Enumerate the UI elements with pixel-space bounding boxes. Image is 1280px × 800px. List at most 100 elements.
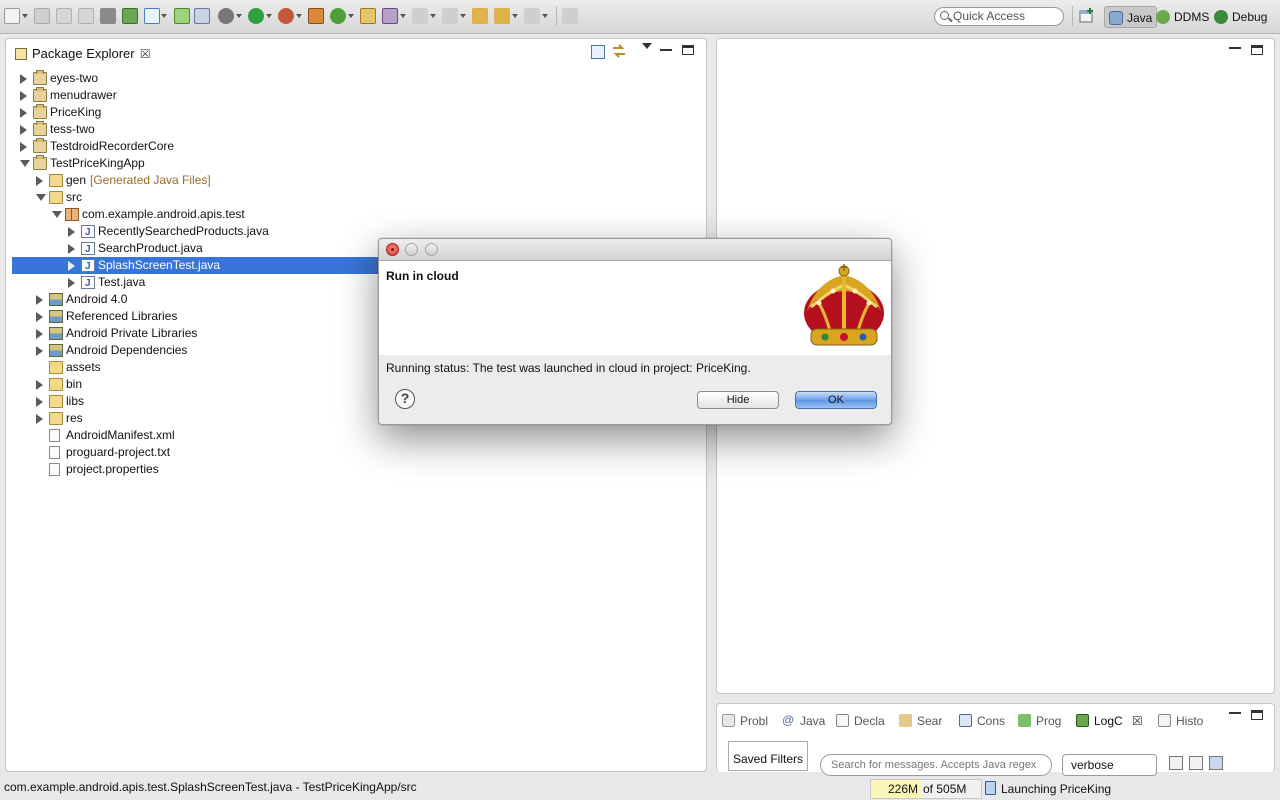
search-toolbar-icon[interactable] xyxy=(382,8,398,24)
close-icon[interactable]: ☒ xyxy=(140,42,151,66)
prev-annotation-dropdown-icon[interactable] xyxy=(460,14,466,18)
print-icon[interactable] xyxy=(78,8,94,24)
open-perspective-icon[interactable] xyxy=(1078,7,1098,27)
perspective-debug[interactable]: Debug xyxy=(1210,6,1271,28)
save-icon[interactable] xyxy=(34,8,50,24)
tab-package-explorer[interactable]: Package Explorer ☒ xyxy=(10,42,151,66)
tree-item[interactable]: proguard-project.txt xyxy=(6,444,706,461)
heap-status[interactable]: 226M of 505M xyxy=(870,779,982,799)
external-tools-icon[interactable] xyxy=(278,8,294,24)
tab-history[interactable]: Histo xyxy=(1156,712,1203,730)
tab-problems[interactable]: Probl xyxy=(720,712,768,730)
new-icon[interactable] xyxy=(4,8,20,24)
forward-icon[interactable] xyxy=(524,8,540,24)
expand-right-icon[interactable] xyxy=(36,312,43,322)
tab-declaration[interactable]: Decla xyxy=(834,712,885,730)
perspective-java[interactable]: Java xyxy=(1104,6,1158,28)
run-dropdown-icon[interactable] xyxy=(266,14,272,18)
last-edit-location-icon[interactable] xyxy=(472,8,488,24)
logcat-search-input[interactable]: Search for messages. Accepts Java regex xyxy=(820,754,1052,776)
debug-gear-icon[interactable] xyxy=(218,8,234,24)
tree-item[interactable]: gen [Generated Java Files] xyxy=(6,172,706,189)
tab-logcat[interactable]: LogC ☒ xyxy=(1074,712,1147,730)
expand-right-icon[interactable] xyxy=(68,261,75,271)
new-java-class-icon[interactable] xyxy=(330,8,346,24)
tab-javadoc[interactable]: @ Java xyxy=(780,712,825,730)
android-sdk-manager-icon[interactable] xyxy=(122,8,138,24)
minimize-icon[interactable] xyxy=(1229,43,1241,49)
clear-log-icon[interactable] xyxy=(1189,756,1203,770)
expand-right-icon[interactable] xyxy=(36,176,43,186)
expand-right-icon[interactable] xyxy=(20,108,27,118)
minimize-window-icon[interactable] xyxy=(405,243,418,256)
expand-right-icon[interactable] xyxy=(36,380,43,390)
close-window-icon[interactable] xyxy=(386,243,399,256)
minimize-icon[interactable] xyxy=(1229,708,1241,714)
maximize-icon[interactable] xyxy=(1251,710,1263,720)
open-type-icon[interactable] xyxy=(360,8,376,24)
expand-down-icon[interactable] xyxy=(20,160,30,167)
expand-right-icon[interactable] xyxy=(36,397,43,407)
new-dropdown-icon[interactable] xyxy=(22,14,28,18)
close-icon[interactable]: ☒ xyxy=(1132,714,1143,728)
pin-editor-icon[interactable] xyxy=(562,8,578,24)
back-dropdown-icon[interactable] xyxy=(512,14,518,18)
maximize-icon[interactable] xyxy=(682,45,694,55)
quick-access-field[interactable]: Quick Access xyxy=(934,7,1064,26)
expand-right-icon[interactable] xyxy=(68,227,75,237)
expand-right-icon[interactable] xyxy=(20,142,27,152)
run-icon[interactable] xyxy=(248,8,264,24)
expand-right-icon[interactable] xyxy=(20,74,27,84)
ok-button[interactable]: OK xyxy=(795,391,877,409)
debug-dropdown-icon[interactable] xyxy=(236,14,242,18)
expand-right-icon[interactable] xyxy=(20,91,27,101)
expand-right-icon[interactable] xyxy=(36,346,43,356)
tree-item[interactable]: eyes-two xyxy=(6,70,706,87)
help-icon[interactable]: ? xyxy=(395,389,415,409)
expand-right-icon[interactable] xyxy=(36,295,43,305)
expand-right-icon[interactable] xyxy=(68,278,75,288)
tree-item[interactable]: TestdroidRecorderCore xyxy=(6,138,706,155)
tree-item[interactable]: com.example.android.apis.test xyxy=(6,206,706,223)
tree-item[interactable]: menudrawer xyxy=(6,87,706,104)
toggle-filters-icon[interactable] xyxy=(1209,756,1223,770)
perspective-ddms[interactable]: DDMS xyxy=(1152,6,1213,28)
maximize-icon[interactable] xyxy=(1251,45,1263,55)
tree-item[interactable]: project.properties xyxy=(6,461,706,478)
tab-search[interactable]: Sear xyxy=(897,712,942,730)
tab-progress[interactable]: Prog xyxy=(1016,712,1061,730)
expand-right-icon[interactable] xyxy=(36,329,43,339)
background-task-status[interactable]: Launching PriceKing xyxy=(1001,782,1111,796)
forward-dropdown-icon[interactable] xyxy=(542,14,548,18)
external-tools-dropdown-icon[interactable] xyxy=(296,14,302,18)
new-class-dropdown-icon[interactable] xyxy=(348,14,354,18)
tab-console[interactable]: Cons xyxy=(957,712,1005,730)
back-icon[interactable] xyxy=(494,8,510,24)
trash-icon[interactable] xyxy=(985,781,996,795)
search-dropdown-icon[interactable] xyxy=(400,14,406,18)
next-annotation-icon[interactable] xyxy=(412,8,428,24)
checklist-icon[interactable] xyxy=(144,8,160,24)
link-with-editor-icon[interactable] xyxy=(612,44,626,58)
annotation-dropdown-icon[interactable] xyxy=(430,14,436,18)
tree-item[interactable]: TestPriceKingApp xyxy=(6,155,706,172)
expand-right-icon[interactable] xyxy=(20,125,27,135)
save-all-icon[interactable] xyxy=(56,8,72,24)
zoom-window-icon[interactable] xyxy=(425,243,438,256)
expand-down-icon[interactable] xyxy=(52,211,62,218)
tree-item[interactable]: tess-two xyxy=(6,121,706,138)
log-level-select[interactable]: verbose xyxy=(1062,754,1157,776)
expand-down-icon[interactable] xyxy=(36,194,46,201)
checklist-dropdown-icon[interactable] xyxy=(161,14,167,18)
expand-right-icon[interactable] xyxy=(68,244,75,254)
new-android-project-icon[interactable] xyxy=(174,8,190,24)
skip-breakpoints-icon[interactable] xyxy=(194,8,210,24)
tree-item[interactable]: AndroidManifest.xml xyxy=(6,427,706,444)
new-java-package-icon[interactable] xyxy=(308,8,324,24)
tree-item[interactable]: src xyxy=(6,189,706,206)
view-menu-icon[interactable] xyxy=(642,43,652,49)
prev-annotation-icon[interactable] xyxy=(442,8,458,24)
collapse-all-icon[interactable] xyxy=(591,45,605,59)
download-icon[interactable] xyxy=(100,8,116,24)
save-log-icon[interactable] xyxy=(1169,756,1183,770)
